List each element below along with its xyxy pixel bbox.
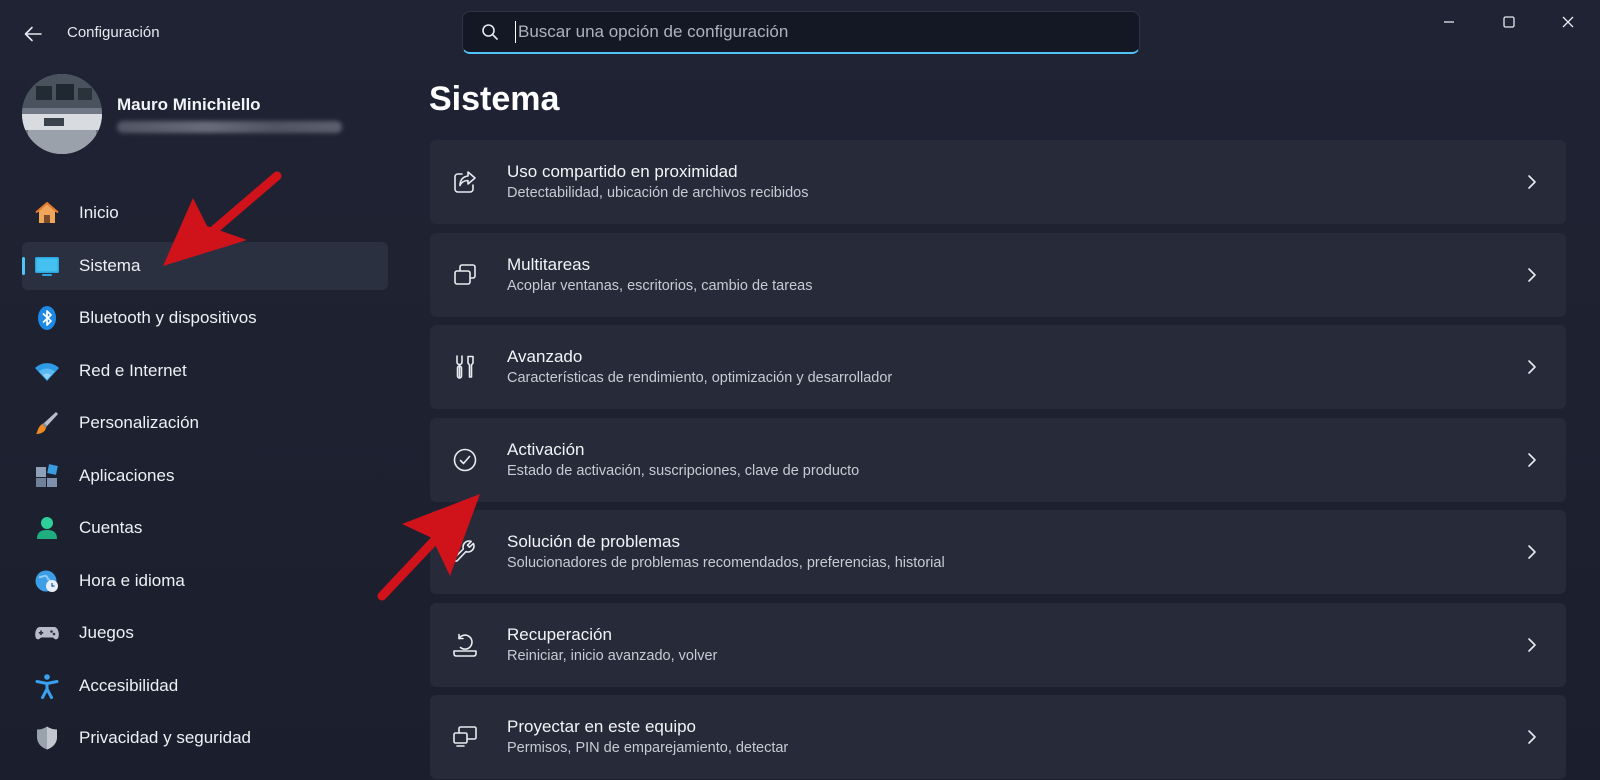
text-cursor bbox=[515, 21, 516, 43]
card-proyectar[interactable]: Proyectar en este equipo Permisos, PIN d… bbox=[430, 695, 1566, 779]
settings-list: Uso compartido en proximidad Detectabili… bbox=[430, 140, 1566, 780]
sidebar-item-accesibilidad[interactable]: Accesibilidad bbox=[22, 662, 388, 710]
back-button[interactable] bbox=[18, 20, 48, 48]
chevron-right-icon bbox=[1528, 360, 1536, 374]
check-circle-icon bbox=[450, 445, 480, 475]
sidebar-item-hora-idioma[interactable]: Hora e idioma bbox=[22, 557, 388, 605]
sidebar-item-bluetooth[interactable]: Bluetooth y dispositivos bbox=[22, 294, 388, 342]
chevron-right-icon bbox=[1528, 637, 1536, 652]
user-name: Mauro Minichiello bbox=[117, 95, 261, 114]
sidebar-item-label: Sistema bbox=[79, 255, 141, 275]
avatar[interactable] bbox=[22, 74, 102, 154]
sidebar-item-inicio[interactable]: Inicio bbox=[22, 189, 388, 237]
sidebar-item-label: Bluetooth y dispositivos bbox=[79, 308, 257, 327]
sidebar-item-red-internet[interactable]: Red e Internet bbox=[22, 347, 388, 395]
card-title: Uso compartido en proximidad bbox=[507, 162, 738, 181]
sidebar-item-label: Hora e idioma bbox=[79, 570, 185, 590]
close-button[interactable] bbox=[1545, 6, 1591, 38]
sidebar-item-label: Aplicaciones bbox=[79, 465, 175, 485]
minimize-button[interactable] bbox=[1426, 6, 1472, 38]
card-title: Solución de problemas bbox=[507, 532, 680, 551]
card-subtitle: Permisos, PIN de emparejamiento, detecta… bbox=[507, 740, 789, 756]
chevron-right-icon bbox=[1528, 175, 1536, 189]
sidebar-item-cuentas[interactable]: Cuentas bbox=[22, 504, 388, 552]
globe-clock-icon bbox=[34, 568, 60, 594]
apps-icon bbox=[34, 463, 60, 489]
card-recuperacion[interactable]: Recuperación Reiniciar, inicio avanzado,… bbox=[430, 602, 1566, 687]
wifi-icon bbox=[34, 358, 60, 384]
app-title: Configuración bbox=[67, 24, 160, 41]
card-subtitle: Características de rendimiento, optimiza… bbox=[507, 370, 893, 386]
card-title: Proyectar en este equipo bbox=[507, 717, 697, 736]
sidebar-item-sistema[interactable]: Sistema bbox=[22, 241, 388, 290]
card-subtitle: Solucionadores de problemas recomendados… bbox=[507, 555, 945, 571]
maximize-button[interactable] bbox=[1486, 6, 1532, 38]
sidebar-item-label: Personalización bbox=[79, 413, 200, 432]
avatar-photo bbox=[22, 74, 102, 154]
share-icon bbox=[450, 167, 480, 197]
chevron-right-icon bbox=[1528, 267, 1536, 282]
sidebar-item-label: Red e Internet bbox=[79, 360, 187, 380]
gamepad-icon bbox=[34, 620, 60, 646]
bluetooth-icon bbox=[34, 305, 60, 331]
shield-icon bbox=[34, 725, 60, 751]
back-arrow-icon bbox=[24, 26, 42, 42]
maximize-icon bbox=[1503, 16, 1515, 28]
page-title: Sistema bbox=[429, 80, 560, 118]
sidebar-item-label: Juegos bbox=[79, 623, 134, 642]
card-subtitle: Estado de activación, suscripciones, cla… bbox=[507, 462, 860, 479]
card-activacion[interactable]: Activación Estado de activación, suscrip… bbox=[430, 417, 1566, 502]
card-subtitle: Acoplar ventanas, escritorios, cambio de… bbox=[507, 277, 813, 294]
sidebar-item-juegos[interactable]: Juegos bbox=[22, 609, 388, 657]
recovery-icon bbox=[450, 630, 480, 660]
card-title: Avanzado bbox=[507, 347, 583, 366]
sidebar-nav: Inicio Sistema Bluetooth y dispositivos bbox=[22, 189, 388, 767]
chevron-right-icon bbox=[1528, 730, 1536, 744]
card-subtitle: Detectabilidad, ubicación de archivos re… bbox=[507, 185, 809, 201]
brush-icon bbox=[34, 410, 60, 436]
multitask-icon bbox=[450, 260, 480, 290]
chevron-right-icon bbox=[1528, 545, 1536, 559]
title-bar: Configuración bbox=[0, 0, 1600, 64]
search-box[interactable] bbox=[462, 11, 1140, 54]
sidebar-item-privacidad[interactable]: Privacidad y seguridad bbox=[22, 714, 388, 762]
card-uso-compartido[interactable]: Uso compartido en proximidad Detectabili… bbox=[430, 140, 1566, 224]
tools-icon bbox=[450, 352, 480, 382]
sidebar-item-aplicaciones[interactable]: Aplicaciones bbox=[22, 452, 388, 500]
accessibility-icon bbox=[34, 673, 60, 699]
card-avanzado[interactable]: Avanzado Características de rendimiento,… bbox=[430, 325, 1566, 409]
card-title: Activación bbox=[507, 439, 585, 459]
search-input[interactable] bbox=[518, 22, 1078, 42]
card-title: Multitareas bbox=[507, 254, 591, 274]
sidebar-item-label: Cuentas bbox=[79, 518, 143, 537]
minimize-icon bbox=[1444, 21, 1454, 23]
card-multitareas[interactable]: Multitareas Acoplar ventanas, escritorio… bbox=[430, 232, 1566, 317]
card-subtitle: Reiniciar, inicio avanzado, volver bbox=[507, 647, 718, 664]
home-icon bbox=[34, 200, 60, 226]
settings-window: Configuración Buscar una opción de confi… bbox=[0, 0, 1600, 780]
sidebar-item-personalizacion[interactable]: Personalización bbox=[22, 399, 388, 447]
card-title: Recuperación bbox=[507, 624, 612, 644]
sidebar-item-label: Accesibilidad bbox=[79, 675, 179, 695]
project-icon bbox=[450, 722, 480, 752]
user-email-redacted bbox=[117, 121, 342, 133]
sidebar-item-label: Inicio bbox=[79, 203, 119, 222]
card-solucion-problemas[interactable]: Solución de problemas Solucionadores de … bbox=[430, 510, 1566, 594]
chevron-right-icon bbox=[1528, 452, 1536, 467]
sidebar-item-label: Privacidad y seguridad bbox=[79, 728, 251, 747]
close-icon bbox=[1562, 16, 1574, 28]
person-icon bbox=[34, 515, 60, 541]
search-icon bbox=[482, 24, 498, 40]
monitor-icon bbox=[34, 253, 60, 279]
wrench-icon bbox=[450, 537, 480, 567]
